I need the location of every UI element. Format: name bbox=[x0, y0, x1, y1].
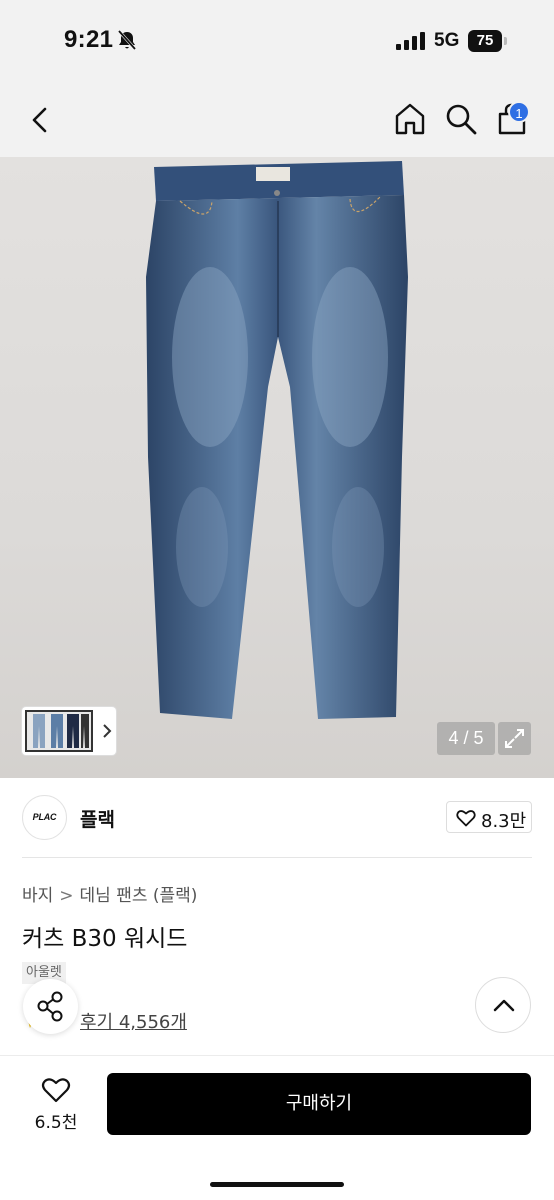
network-type: 5G bbox=[434, 30, 460, 51]
bell-off-icon bbox=[117, 30, 137, 50]
app-header: 9:21 5G 75 1 bbox=[0, 0, 554, 157]
thumbnail-button[interactable] bbox=[22, 707, 116, 755]
cart-count-badge: 1 bbox=[508, 101, 530, 123]
brand-logo[interactable]: PLAC bbox=[22, 795, 67, 840]
breadcrumb-item-pants[interactable]: 바지 bbox=[22, 881, 53, 906]
heart-icon bbox=[456, 810, 476, 827]
thumbnail-jeans-icon bbox=[33, 714, 89, 748]
home-indicator bbox=[210, 1182, 344, 1187]
chevron-up-icon bbox=[493, 999, 515, 1012]
breadcrumb: 바지 > 데님 팬츠 (플랙) bbox=[22, 881, 197, 906]
divider bbox=[22, 857, 532, 858]
brand-like-button[interactable]: 8.3만 bbox=[446, 801, 532, 833]
heart-icon bbox=[41, 1078, 71, 1103]
status-time: 9:21 bbox=[64, 26, 114, 53]
share-button[interactable] bbox=[23, 979, 78, 1034]
thumbnail-image bbox=[25, 710, 93, 752]
jeans-product-image bbox=[146, 161, 408, 719]
battery-icon: 75 bbox=[468, 30, 508, 52]
share-icon bbox=[37, 991, 63, 1022]
wishlist-button[interactable]: 6.5천 bbox=[28, 1074, 84, 1134]
breadcrumb-separator: > bbox=[59, 886, 74, 906]
scroll-top-button[interactable] bbox=[475, 977, 531, 1033]
product-title: 커츠 B30 워시드 bbox=[22, 926, 188, 952]
image-counter: 4 / 5 bbox=[437, 722, 495, 755]
back-button[interactable] bbox=[24, 104, 56, 136]
cellular-signal-icon bbox=[396, 32, 425, 50]
expand-button[interactable] bbox=[498, 722, 531, 755]
chevron-right-icon bbox=[103, 724, 112, 738]
brand-name[interactable]: 플랙 bbox=[80, 805, 115, 832]
buy-button[interactable]: 구매하기 bbox=[107, 1073, 531, 1135]
product-image-gallery[interactable] bbox=[0, 157, 554, 778]
wishlist-count: 6.5천 bbox=[34, 1113, 78, 1133]
home-icon[interactable] bbox=[393, 102, 427, 136]
breadcrumb-item-denim-pants[interactable]: 데님 팬츠 (플랙) bbox=[80, 881, 198, 906]
expand-icon bbox=[505, 729, 524, 748]
brand-like-count: 8.3만 bbox=[481, 811, 527, 832]
search-icon[interactable] bbox=[444, 102, 478, 136]
reviews-link[interactable]: 후기 4,556개 bbox=[80, 1008, 187, 1034]
battery-cap bbox=[504, 37, 507, 45]
battery-level: 75 bbox=[468, 30, 502, 52]
